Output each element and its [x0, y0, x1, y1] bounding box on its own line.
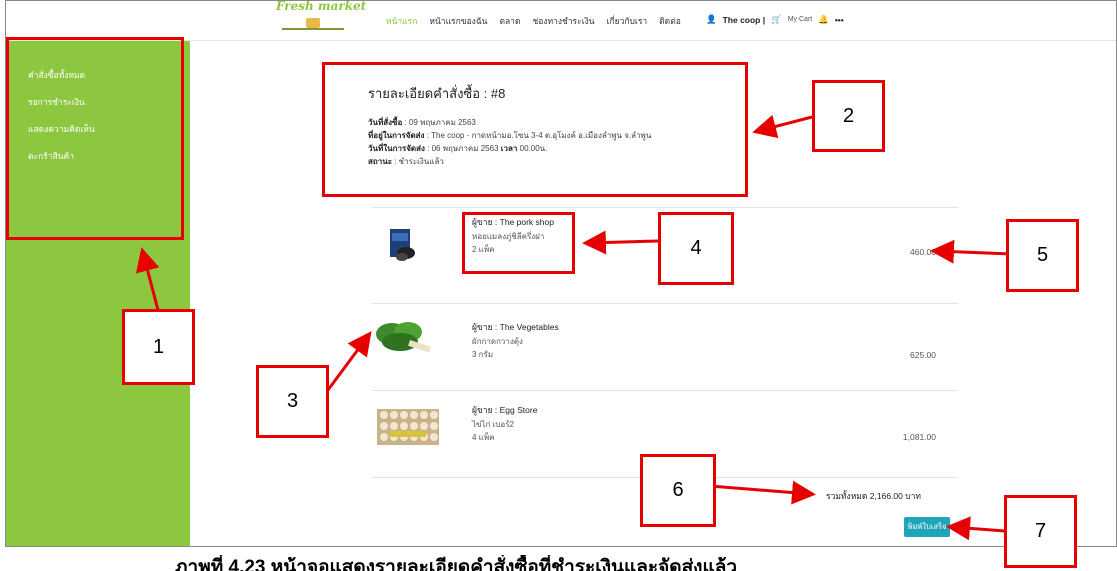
item-info: ผู้ขาย : Egg Store ไข่ไก่ เบอร์2 4 แพ็ค: [472, 403, 537, 444]
user-icon: 👤: [706, 14, 717, 24]
logo-underline: [282, 28, 344, 30]
order-item: ผู้ขาย : The Vegetables ผักกาดกวางตุ้ง 3…: [372, 320, 958, 408]
item-price: 460.00: [910, 247, 936, 257]
egg-product-image: [377, 409, 439, 445]
annotation-number-3: 3: [256, 365, 329, 438]
order-total: รวมทั้งหมด 2,166.00 บาท: [826, 491, 922, 501]
annotation-number-5: 5: [1006, 219, 1079, 292]
item-price: 625.00: [910, 350, 936, 360]
bell-icon[interactable]: 🔔: [818, 14, 829, 25]
cart-icon: 🛒: [771, 14, 782, 24]
my-cart-link[interactable]: My Cart: [788, 16, 813, 23]
annotation-number-1: 1: [122, 309, 195, 385]
annotation-box-order-details: [322, 62, 748, 197]
annotation-box-sidebar: [6, 37, 184, 240]
logo-text: Fresh market: [276, 0, 367, 13]
more-icon[interactable]: •••: [835, 15, 844, 25]
divider: [372, 390, 958, 391]
user-name[interactable]: The coop |: [723, 15, 766, 25]
top-navbar: Fresh market หน้าแรก หน้าแรกของฉัน ตลาด …: [6, 1, 1116, 41]
nav-item-about[interactable]: เกี่ยวกับเรา: [607, 14, 648, 28]
nav-item-my-home[interactable]: หน้าแรกของฉัน: [429, 14, 487, 28]
nav-item-home[interactable]: หน้าแรก: [386, 14, 417, 28]
figure-caption: ภาพที่ 4.23 หน้าจอแสดงรายละเอียดคำสั่งซื…: [175, 557, 738, 571]
basket-icon: [306, 18, 320, 28]
fresh-market-logo[interactable]: Fresh market: [276, 1, 366, 37]
annotation-number-2: 2: [812, 80, 885, 152]
user-nav: 👤 The coop | 🛒 My Cart 🔔 •••: [706, 14, 844, 25]
annotation-number-4: 4: [658, 212, 734, 285]
item-qty: 3 กรัม: [472, 350, 494, 359]
annotation-box-item-info: [462, 212, 575, 274]
vegetable-product-image: [376, 322, 431, 353]
main-nav: หน้าแรก หน้าแรกของฉัน ตลาด ช่องทางชำระเง…: [386, 14, 681, 28]
item-info: ผู้ขาย : The Vegetables ผักกาดกวางตุ้ง 3…: [472, 320, 559, 361]
item-qty: 4 แพ็ค: [472, 433, 495, 442]
nav-item-payment[interactable]: ช่องทางชำระเงิน: [532, 14, 594, 28]
annotation-number-7: 7: [1004, 495, 1077, 568]
divider: [372, 303, 958, 304]
item-product[interactable]: ผักกาดกวางตุ้ง: [472, 335, 559, 348]
mussel-product-image: [390, 229, 415, 261]
nav-item-market[interactable]: ตลาด: [499, 14, 520, 28]
item-price: 1,081.00: [902, 432, 936, 442]
nav-item-contact[interactable]: ติดต่อ: [659, 14, 681, 28]
item-seller: ผู้ขาย : Egg Store: [472, 405, 538, 415]
print-receipt-button[interactable]: พิมพ์ใบเสร็จ: [904, 517, 950, 537]
annotation-number-6: 6: [640, 454, 716, 527]
item-seller: ผู้ขาย : The Vegetables: [472, 322, 559, 332]
divider: [372, 207, 958, 208]
item-product[interactable]: ไข่ไก่ เบอร์2: [472, 418, 537, 431]
